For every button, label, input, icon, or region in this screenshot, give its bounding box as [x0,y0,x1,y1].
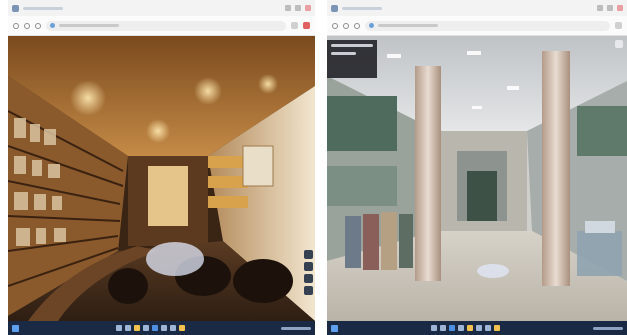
extension-icon[interactable] [303,22,310,29]
system-tray[interactable] [281,326,311,330]
taskbar-app-icon[interactable] [124,325,131,331]
taskbar-app-icon[interactable] [467,325,473,331]
taskbar-app-icon[interactable] [178,325,185,331]
browser-tab-title[interactable] [23,6,63,10]
fullscreen-icon[interactable] [304,274,313,283]
back-arrow-icon[interactable] [13,22,19,29]
title-bar [8,0,315,16]
taskbar-app-icon[interactable] [133,325,140,331]
address-bar [8,16,315,36]
start-menu-icon[interactable] [331,324,338,332]
taskbar-app-icon[interactable] [169,325,176,331]
navigation-floor-marker[interactable] [477,264,509,278]
browser-tab-title[interactable] [342,6,382,10]
site-favicon [50,23,55,28]
taskbar-app-icon[interactable] [431,325,437,331]
taskbar-app-icon[interactable] [151,325,158,331]
extension-icon[interactable] [291,22,298,29]
taskbar-app-icon[interactable] [494,325,500,331]
start-menu-icon[interactable] [12,324,19,332]
panorama-viewer[interactable] [8,36,315,321]
scene-info-panel[interactable] [327,40,377,78]
taskbar [8,321,315,335]
building-lobby-panorama[interactable] [327,36,627,321]
url-text [378,24,438,27]
navigation-floor-marker[interactable] [146,242,204,276]
address-bar [327,16,627,36]
reload-icon[interactable] [354,22,360,29]
taskbar-app-icon[interactable] [476,325,482,331]
taskbar-app-icon[interactable] [485,325,491,331]
url-text [59,24,119,27]
forward-arrow-icon[interactable] [24,22,30,29]
close-icon[interactable] [305,5,311,11]
taskbar-app-icon[interactable] [458,325,464,331]
site-favicon [331,4,338,12]
fullscreen-icon[interactable] [615,40,623,48]
taskbar-app-icon[interactable] [115,325,122,331]
minimize-icon[interactable] [597,5,603,11]
browser-window-right [327,0,627,335]
scene-title [331,44,373,47]
compass-icon[interactable] [304,286,313,295]
taskbar-app-icon[interactable] [449,325,455,331]
zoom-out-icon[interactable] [304,262,313,271]
minimize-icon[interactable] [285,5,291,11]
maximize-icon[interactable] [607,5,613,11]
site-favicon [12,4,19,12]
shop-interior-panorama[interactable] [8,36,315,321]
panorama-viewer[interactable] [327,36,627,321]
title-bar [327,0,627,16]
taskbar [327,321,627,335]
viewer-side-controls [304,250,313,295]
maximize-icon[interactable] [295,5,301,11]
extension-icon[interactable] [615,22,622,29]
taskbar-app-icon[interactable] [142,325,149,331]
site-favicon [369,23,374,28]
forward-arrow-icon[interactable] [343,22,349,29]
url-field[interactable] [365,20,610,31]
url-field[interactable] [46,20,286,31]
back-arrow-icon[interactable] [332,22,338,29]
close-icon[interactable] [617,5,623,11]
browser-window-left [8,0,315,335]
scene-subtitle [331,52,357,55]
taskbar-app-icon[interactable] [440,325,446,331]
reload-icon[interactable] [35,22,41,29]
system-tray[interactable] [593,326,623,330]
taskbar-app-icon[interactable] [160,325,167,331]
zoom-in-icon[interactable] [304,250,313,259]
